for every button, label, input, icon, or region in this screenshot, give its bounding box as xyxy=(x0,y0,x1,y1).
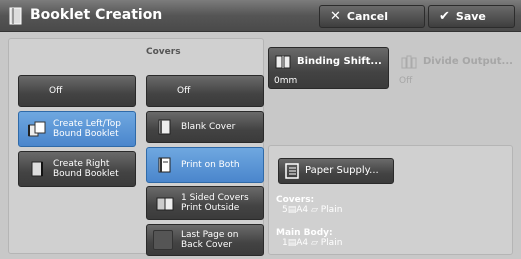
blank-cover-icon xyxy=(158,119,171,135)
right-bound-booklet-icon xyxy=(31,161,43,177)
booklet-off-label: Off xyxy=(49,86,63,96)
print-on-both-button[interactable]: Print on Both xyxy=(146,147,264,183)
covers-off-button[interactable]: Off xyxy=(146,75,264,107)
covers-heading: Covers xyxy=(146,47,181,57)
close-icon: ✕ xyxy=(330,9,341,24)
divide-output-value: Off xyxy=(399,76,413,86)
right-bound-label: Create Right Bound Booklet xyxy=(53,159,119,179)
covers-paper-value: 5▤A4 ▱ Plain xyxy=(282,205,343,215)
binding-shift-icon xyxy=(275,55,291,69)
paper-supply-icon xyxy=(285,163,299,179)
binding-shift-value: 0mm xyxy=(274,76,298,86)
covers-paper-info: Covers: 5▤A4 ▱ Plain xyxy=(276,195,342,215)
blank-cover-button[interactable]: Blank Cover xyxy=(146,111,264,143)
paper-supply-label: Paper Supply... xyxy=(305,165,379,176)
divide-output-icon xyxy=(401,55,417,69)
last-page-back-cover-checkbox[interactable]: Last Page on Back Cover xyxy=(146,224,264,256)
cancel-label: Cancel xyxy=(346,10,388,23)
paper-supply-button[interactable]: Paper Supply... xyxy=(278,158,394,184)
right-bound-button[interactable]: Create Right Bound Booklet xyxy=(18,151,136,187)
one-sided-covers-button[interactable]: 1 Sided Covers Print Outside xyxy=(146,186,264,220)
cancel-button[interactable]: ✕ Cancel xyxy=(319,5,425,28)
checkbox-box xyxy=(153,230,173,250)
print-both-cover-icon xyxy=(158,157,171,173)
covers-paper-label: Covers: xyxy=(276,195,315,205)
main-body-paper-label: Main Body: xyxy=(276,228,333,238)
blank-cover-label: Blank Cover xyxy=(181,122,236,132)
left-bound-booklet-icon xyxy=(28,121,46,137)
main-body-paper-value: 1▤A4 ▱ Plain xyxy=(282,238,343,248)
save-label: Save xyxy=(455,10,486,23)
print-on-both-label: Print on Both xyxy=(181,160,240,170)
booklet-off-button[interactable]: Off xyxy=(18,75,136,107)
save-button[interactable]: ✔ Save xyxy=(428,5,515,28)
last-page-label: Last Page on Back Cover xyxy=(181,230,239,250)
covers-off-label: Off xyxy=(177,86,191,96)
divide-output-label: Divide Output... xyxy=(423,56,513,67)
window-title: Booklet Creation xyxy=(30,7,163,23)
left-top-bound-button[interactable]: Create Left/Top Bound Booklet xyxy=(18,111,136,147)
left-top-bound-label: Create Left/Top Bound Booklet xyxy=(53,119,121,139)
main-body-paper-info: Main Body: 1▤A4 ▱ Plain xyxy=(276,228,342,248)
divide-output-button[interactable]: Divide Output... xyxy=(397,47,515,89)
booklet-icon xyxy=(9,7,22,25)
one-sided-cover-icon xyxy=(156,197,174,211)
binding-shift-label: Binding Shift... xyxy=(297,56,382,67)
one-sided-covers-label: 1 Sided Covers Print Outside xyxy=(181,193,249,213)
checkmark-icon: ✔ xyxy=(439,9,450,24)
